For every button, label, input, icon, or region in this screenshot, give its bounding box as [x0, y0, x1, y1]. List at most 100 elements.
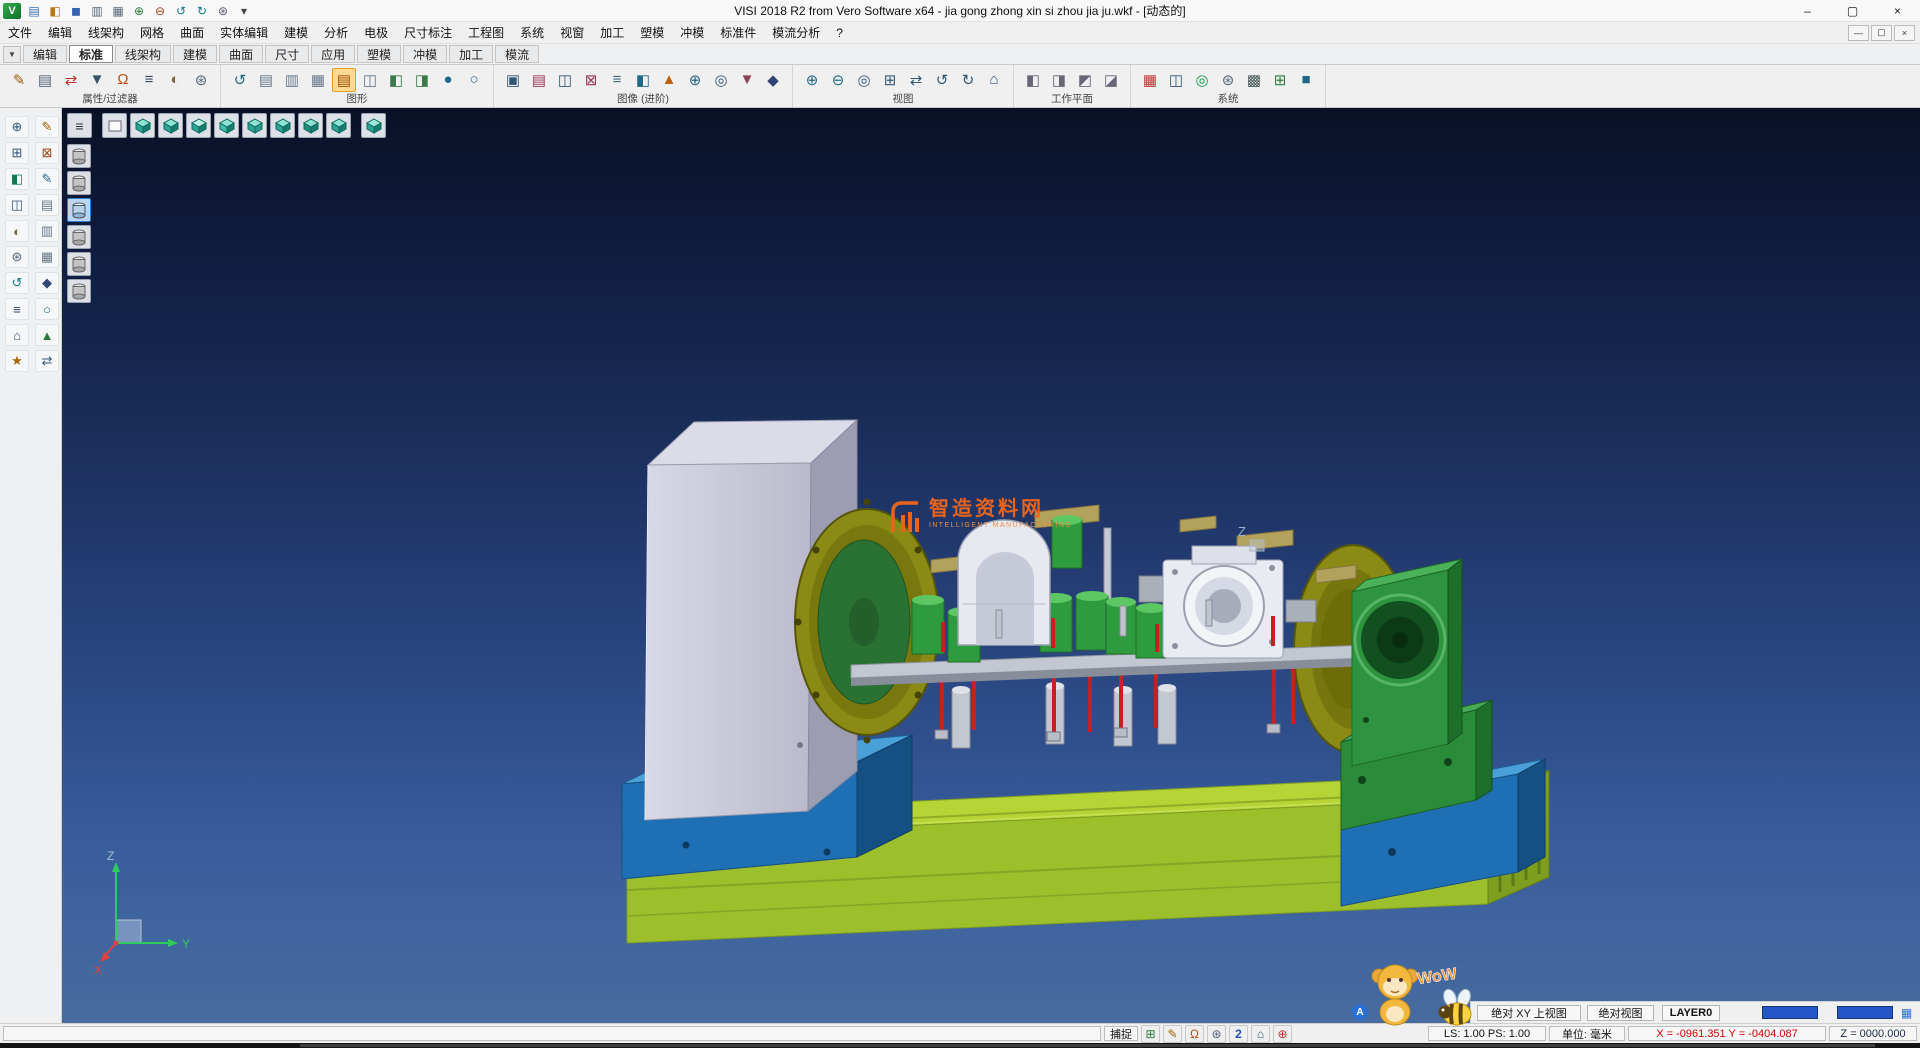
page-icon[interactable] [35, 194, 59, 216]
axono-view-cube-icon[interactable] [326, 113, 351, 138]
workplane-right-icon[interactable] [1047, 68, 1071, 92]
tab-progress[interactable]: 冲模 [403, 45, 447, 63]
image-down-icon[interactable] [735, 68, 759, 92]
rotate-left-icon[interactable] [930, 68, 954, 92]
render-target-icon[interactable] [1190, 68, 1214, 92]
star-icon[interactable] [5, 350, 29, 372]
layer-table-icon[interactable] [1138, 68, 1162, 92]
solid-right-icon[interactable] [410, 68, 434, 92]
system-gear-icon[interactable] [1216, 68, 1240, 92]
save-all-icon[interactable] [87, 2, 107, 20]
view-count-icon[interactable] [1229, 1025, 1248, 1043]
redo-icon[interactable] [192, 2, 212, 20]
attribute-brush-icon[interactable] [33, 68, 57, 92]
settings-gear-icon[interactable] [1207, 1025, 1226, 1043]
menu-drawing[interactable]: 工程图 [460, 22, 512, 43]
maximize-button[interactable]: ▢ [1830, 0, 1875, 21]
home-view-icon[interactable] [1251, 1025, 1270, 1043]
child-close-button[interactable]: × [1894, 25, 1915, 41]
image-record-icon[interactable] [709, 68, 733, 92]
section-cylinder-3-icon[interactable] [67, 198, 91, 222]
snap-toggle[interactable]: 捕捉 [1104, 1026, 1138, 1041]
section-cylinder-2-icon[interactable] [67, 171, 91, 195]
close-button[interactable]: × [1875, 0, 1920, 21]
rotate-right-icon[interactable] [956, 68, 980, 92]
view-grid-icon[interactable] [878, 68, 902, 92]
named-view-cube-icon[interactable] [361, 113, 386, 138]
solid-box-icon[interactable] [1294, 68, 1318, 92]
diamond-icon[interactable] [35, 272, 59, 294]
blank-view-icon[interactable] [102, 113, 127, 138]
tab-surface[interactable]: 曲面 [219, 45, 263, 63]
save-icon[interactable] [66, 2, 86, 20]
view-menu-icon[interactable]: ≡ [67, 113, 92, 138]
viewport-3d[interactable]: Z Z Y X ≡ [62, 108, 1920, 1023]
child-restore-button[interactable]: ▢ [1871, 25, 1892, 41]
minimize-button[interactable]: – [1785, 0, 1830, 21]
section-cylinder-5-icon[interactable] [67, 252, 91, 276]
menu-standard-parts[interactable]: 标准件 [712, 22, 764, 43]
grid-plus-icon[interactable] [1268, 68, 1292, 92]
undo-icon[interactable] [171, 2, 191, 20]
view-mode-field[interactable]: 绝对 XY 上视图 [1477, 1005, 1581, 1021]
zoom-out-icon[interactable] [826, 68, 850, 92]
toolbar-overflow-caret-icon[interactable] [234, 2, 254, 20]
sketch-icon[interactable] [35, 168, 59, 190]
home-view-icon[interactable] [982, 68, 1006, 92]
image-add-icon[interactable] [683, 68, 707, 92]
solid-left-icon[interactable] [384, 68, 408, 92]
tab-edit[interactable]: 编辑 [23, 45, 67, 63]
zoom-select-icon[interactable] [5, 116, 29, 138]
image-half-icon[interactable] [631, 68, 655, 92]
half-shade-icon[interactable] [5, 220, 29, 242]
menu-electrode[interactable]: 电极 [356, 22, 396, 43]
list-icon[interactable] [5, 298, 29, 320]
image-delete-icon[interactable] [579, 68, 603, 92]
workplane-top-icon[interactable] [1073, 68, 1097, 92]
iso-view-cube-icon[interactable] [130, 113, 155, 138]
image-frame-icon[interactable] [501, 68, 525, 92]
tab-machining[interactable]: 加工 [449, 45, 493, 63]
section-cylinder-4-icon[interactable] [67, 225, 91, 249]
tailstock-pillar[interactable] [1341, 559, 1492, 830]
triangle-icon[interactable] [35, 324, 59, 346]
print-icon[interactable] [108, 2, 128, 20]
undo-history-icon[interactable] [5, 272, 29, 294]
menu-solid-edit[interactable]: 实体编辑 [212, 22, 276, 43]
redraw-icon[interactable] [228, 68, 252, 92]
tab-dimension[interactable]: 尺寸 [265, 45, 309, 63]
graphics-page-1-icon[interactable] [254, 68, 278, 92]
filter-list-icon[interactable] [137, 68, 161, 92]
tab-dropdown-caret[interactable]: ▼ [3, 46, 21, 63]
menu-dimension[interactable]: 尺寸标注 [396, 22, 460, 43]
graphics-page-2-icon[interactable] [280, 68, 304, 92]
circle-icon[interactable] [35, 298, 59, 320]
menu-flow-analysis[interactable]: 模流分析 [764, 22, 828, 43]
wireframe-mode-icon[interactable] [462, 68, 486, 92]
modify-attributes-icon[interactable] [7, 68, 31, 92]
tab-apply[interactable]: 应用 [311, 45, 355, 63]
graphics-page-3-icon[interactable] [306, 68, 330, 92]
tab-wireframe[interactable]: 线架构 [115, 45, 171, 63]
swap-filter-icon[interactable] [59, 68, 83, 92]
image-page-icon[interactable] [527, 68, 551, 92]
menu-modeling[interactable]: 建模 [276, 22, 316, 43]
layer-field[interactable]: LAYER0 [1662, 1005, 1720, 1021]
menu-mould[interactable]: 塑模 [632, 22, 672, 43]
solid-face-icon[interactable] [5, 168, 29, 190]
half-filter-icon[interactable] [163, 68, 187, 92]
swap-icon[interactable] [35, 350, 59, 372]
menu-window[interactable]: 视窗 [552, 22, 592, 43]
gear-icon[interactable] [5, 246, 29, 268]
zoom-extents-icon[interactable] [852, 68, 876, 92]
bottom-view-cube-icon[interactable] [298, 113, 323, 138]
image-gem-icon[interactable] [761, 68, 785, 92]
panel-icon[interactable] [5, 194, 29, 216]
absolute-view-field[interactable]: 绝对视图 [1587, 1005, 1654, 1021]
import-icon[interactable] [129, 2, 149, 20]
menu-edit[interactable]: 编辑 [40, 22, 80, 43]
erase-icon[interactable] [35, 116, 59, 138]
shaded-mode-icon[interactable] [436, 68, 460, 92]
layer-panel-icon[interactable] [1897, 1004, 1916, 1022]
filter-down-icon[interactable] [85, 68, 109, 92]
